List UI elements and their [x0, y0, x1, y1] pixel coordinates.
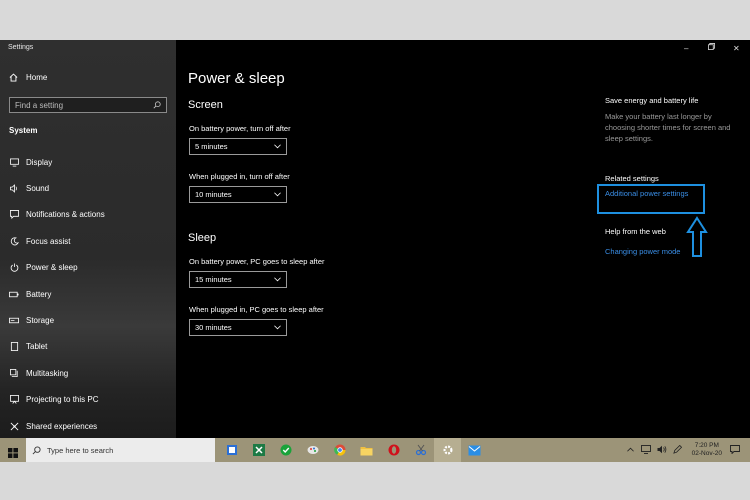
sidebar-item-label: Notifications & actions: [26, 210, 105, 220]
volume-icon[interactable]: [657, 445, 667, 456]
storage-icon: [9, 316, 19, 326]
sound-icon: [9, 184, 19, 194]
highlight-box: [597, 184, 705, 214]
changing-power-mode-link[interactable]: Changing power mode: [605, 247, 680, 256]
minimize-icon[interactable]: –: [684, 44, 688, 53]
network-icon[interactable]: [640, 444, 651, 456]
close-icon[interactable]: ✕: [733, 44, 740, 53]
sidebar-item-label: Focus assist: [26, 236, 71, 246]
shared-experiences-icon: [9, 421, 19, 431]
dropdown-value: 5 minutes: [195, 142, 228, 151]
save-energy-title: Save energy and battery life: [605, 96, 699, 105]
chevron-down-icon: [274, 325, 281, 330]
screen-plugged-dropdown[interactable]: 10 minutes: [189, 186, 287, 203]
chevron-down-icon: [274, 144, 281, 149]
screen-plugged-label: When plugged in, turn off after: [189, 172, 290, 181]
multitasking-icon: [9, 368, 19, 378]
notification-center-icon[interactable]: [730, 444, 740, 456]
home-link[interactable]: Home: [9, 73, 47, 82]
sidebar-item-label: Projecting to this PC: [26, 395, 99, 405]
settings-gear-icon[interactable]: [434, 438, 461, 462]
screen-battery-label: On battery power, turn off after: [189, 124, 291, 133]
opera-icon[interactable]: [380, 438, 407, 462]
pen-icon[interactable]: [672, 444, 682, 456]
sidebar: Settings Home System Display Sound Notific…: [0, 40, 176, 438]
main-content: – ✕ Power & sleep Screen On battery powe…: [176, 40, 750, 438]
settings-window: Settings Home System Display Sound Notific…: [0, 40, 750, 462]
mail-app-icon[interactable]: [461, 438, 488, 462]
sidebar-item-label: Battery: [26, 289, 52, 299]
tablet-icon: [9, 342, 19, 352]
sidebar-item-shared-experiences[interactable]: Shared experiences: [0, 413, 176, 439]
taskbar-clock[interactable]: 7:20 PM 02-Nov-20: [692, 442, 722, 458]
home-icon: [9, 73, 18, 82]
projecting-icon: [9, 395, 19, 405]
chevron-down-icon: [274, 192, 281, 197]
taskbar-app-document-icon[interactable]: [218, 438, 245, 462]
sidebar-item-display[interactable]: Display: [0, 149, 176, 175]
dropdown-value: 15 minutes: [195, 275, 232, 284]
related-settings-title: Related settings: [605, 174, 659, 183]
focus-assist-icon: [9, 236, 19, 246]
maximize-icon[interactable]: [708, 43, 715, 52]
system-tray: 7:20 PM 02-Nov-20: [626, 438, 750, 462]
sidebar-item-storage[interactable]: Storage: [0, 307, 176, 333]
taskbar: Type here to search 7:20 PM 02-Nov-20: [0, 438, 750, 462]
sidebar-nav: Display Sound Notifications & actions Focus…: [0, 149, 176, 439]
sidebar-item-label: Display: [26, 157, 53, 167]
sidebar-item-multitasking[interactable]: Multitasking: [0, 360, 176, 386]
chevron-up-icon[interactable]: [626, 447, 634, 454]
sidebar-item-label: Multitasking: [26, 368, 69, 378]
sleep-plugged-label: When plugged in, PC goes to sleep after: [189, 305, 324, 314]
taskbar-search[interactable]: Type here to search: [26, 438, 215, 462]
battery-icon: [9, 289, 19, 299]
find-setting-search[interactable]: [9, 97, 167, 113]
dropdown-value: 10 minutes: [195, 190, 232, 199]
sidebar-item-sound[interactable]: Sound: [0, 175, 176, 201]
window-title: Settings: [8, 44, 34, 51]
sidebar-item-projecting-to-this-pc[interactable]: Projecting to this PC: [0, 387, 176, 413]
snipping-tool-icon[interactable]: [407, 438, 434, 462]
page-title: Power & sleep: [188, 70, 285, 87]
clock-date: 02-Nov-20: [691, 450, 722, 457]
windows-logo-icon: [8, 448, 18, 458]
notifications-icon: [9, 210, 19, 220]
sleep-battery-label: On battery power, PC goes to sleep after: [189, 257, 325, 266]
dropdown-value: 30 minutes: [195, 323, 232, 332]
arrow-up-annotation-icon: [686, 216, 708, 257]
sidebar-item-battery[interactable]: Battery: [0, 281, 176, 307]
taskbar-search-placeholder: Type here to search: [47, 445, 114, 455]
sidebar-item-label: Tablet: [26, 342, 48, 352]
paint-app-icon[interactable]: [299, 438, 326, 462]
save-energy-text: Make your battery last longer by choosin…: [605, 112, 731, 143]
sidebar-item-label: Sound: [26, 184, 50, 194]
help-web-title: Help from the web: [605, 227, 666, 236]
display-icon: [9, 157, 19, 167]
start-button[interactable]: [8, 445, 18, 462]
sidebar-item-notifications-actions[interactable]: Notifications & actions: [0, 202, 176, 228]
shield-check-icon[interactable]: [272, 438, 299, 462]
sidebar-item-label: Power & sleep: [26, 263, 78, 273]
file-explorer-icon[interactable]: [353, 438, 380, 462]
screen-heading: Screen: [188, 99, 223, 111]
home-label: Home: [26, 73, 48, 82]
search-icon: [32, 445, 41, 454]
search-icon: [153, 101, 161, 109]
sleep-battery-dropdown[interactable]: 15 minutes: [189, 271, 287, 288]
sidebar-item-label: Shared experiences: [26, 421, 98, 431]
clock-time: 7:20 PM: [694, 442, 719, 449]
find-setting-input[interactable]: [15, 100, 145, 110]
sidebar-item-tablet[interactable]: Tablet: [0, 334, 176, 360]
sidebar-item-focus-assist[interactable]: Focus assist: [0, 228, 176, 254]
sleep-plugged-dropdown[interactable]: 30 minutes: [189, 319, 287, 336]
chevron-down-icon: [274, 277, 281, 282]
sleep-heading: Sleep: [188, 232, 217, 244]
sidebar-item-power-sleep[interactable]: Power & sleep: [0, 255, 176, 281]
sidebar-item-label: Storage: [26, 316, 55, 326]
chrome-icon[interactable]: [326, 438, 353, 462]
section-label-system: System: [9, 126, 38, 135]
screen-battery-dropdown[interactable]: 5 minutes: [189, 138, 287, 155]
excel-icon[interactable]: [245, 438, 272, 462]
power-icon: [9, 263, 19, 273]
